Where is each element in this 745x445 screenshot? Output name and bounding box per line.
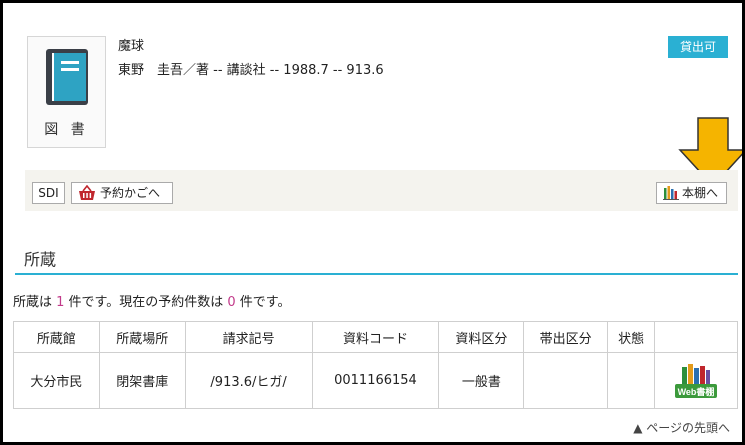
basket-button-label: 予約かごへ: [100, 186, 161, 200]
table-row: 大分市民 閉架書庫 /913.6/ヒガ/ 0011166154 一般書 Web書: [13, 352, 738, 409]
column-header: 所蔵場所: [98, 321, 186, 353]
basket-icon: [79, 185, 95, 200]
web-shelf-label: Web書棚: [678, 386, 715, 397]
cell-web-shelf: Web書棚: [654, 352, 738, 409]
record-card: 図 書 魔球 東野 圭吾／著 -- 講談社 -- 1988.7 -- 913.6…: [25, 22, 742, 216]
summary-prefix: 所蔵は: [13, 295, 57, 310]
column-header: 帯出区分: [523, 321, 609, 353]
material-type-box: 図 書: [27, 36, 106, 148]
summary-middle: 件です。現在の予約件数は: [64, 295, 228, 310]
cell-call-number: /913.6/ヒガ/: [184, 352, 313, 409]
holdings-section-header: 所蔵: [15, 242, 738, 275]
cell-loan-type: [523, 352, 609, 409]
book-title[interactable]: 魔球: [118, 35, 144, 54]
material-type-label: 図 書: [44, 122, 89, 138]
sdi-button[interactable]: SDI: [32, 182, 65, 204]
shelf-button-label: 本棚へ: [682, 186, 719, 200]
book-icon: [46, 49, 88, 105]
cell-library: 大分市民: [13, 352, 100, 409]
summary-suffix: 件です。: [235, 295, 291, 310]
holdings-table: 所蔵館 所蔵場所 請求記号 資料コード 資料区分 帯出区分 状態 大分市民 閉架…: [13, 321, 738, 409]
cell-location: 閉架書庫: [98, 352, 186, 409]
column-header: 資料コード: [311, 321, 440, 353]
add-to-reservation-basket-button[interactable]: 予約かごへ: [71, 182, 173, 204]
cell-material-type: 一般書: [438, 352, 525, 409]
back-to-top-link[interactable]: ▲ ページの先頭へ: [633, 419, 730, 436]
cell-status: [607, 352, 656, 409]
bookshelf-icon: [663, 186, 679, 200]
holdings-section-title: 所蔵: [24, 250, 57, 269]
table-header-row: 所蔵館 所蔵場所 請求記号 資料コード 資料区分 帯出区分 状態: [13, 321, 738, 353]
action-toolbar: SDI 予約かごへ 本棚へ: [25, 170, 738, 211]
holdings-summary: 所蔵は 1 件です。現在の予約件数は 0 件です。: [13, 291, 291, 310]
column-header: 資料区分: [438, 321, 525, 353]
column-header: [654, 321, 738, 353]
screenshot-frame: 図 書 魔球 東野 圭吾／著 -- 講談社 -- 1988.7 -- 913.6…: [0, 0, 745, 445]
book-meta: 東野 圭吾／著 -- 講談社 -- 1988.7 -- 913.6: [118, 63, 384, 78]
reservation-count: 0: [227, 295, 236, 310]
web-bookshelf-icon[interactable]: Web書棚: [673, 363, 719, 399]
column-header: 状態: [607, 321, 656, 353]
column-header: 請求記号: [184, 321, 313, 353]
availability-badge: 貸出可: [668, 36, 728, 58]
cell-item-code: 0011166154: [311, 352, 440, 409]
add-to-bookshelf-button[interactable]: 本棚へ: [656, 182, 727, 204]
column-header: 所蔵館: [13, 321, 100, 353]
